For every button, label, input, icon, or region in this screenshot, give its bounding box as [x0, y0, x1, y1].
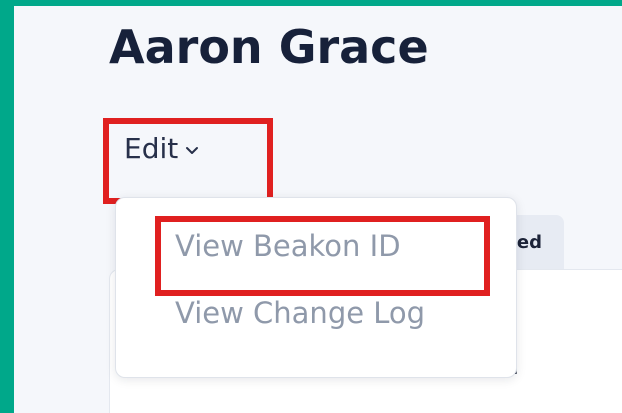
chevron-down-icon — [186, 147, 199, 154]
menu-item-view-beakon-id[interactable]: View Beakon ID — [175, 229, 401, 263]
partial-tab-label: ed — [516, 232, 542, 253]
edit-dropdown-button[interactable]: Edit — [124, 132, 200, 165]
edit-dropdown-menu: View Beakon ID View Change Log — [115, 197, 517, 378]
edit-button-label: Edit — [124, 132, 179, 165]
menu-item-view-change-log[interactable]: View Change Log — [175, 296, 425, 330]
profile-page: Aaron Grace Edit ed n View Beakon ID Vie… — [14, 6, 622, 413]
profile-name: Aaron Grace — [109, 20, 429, 74]
